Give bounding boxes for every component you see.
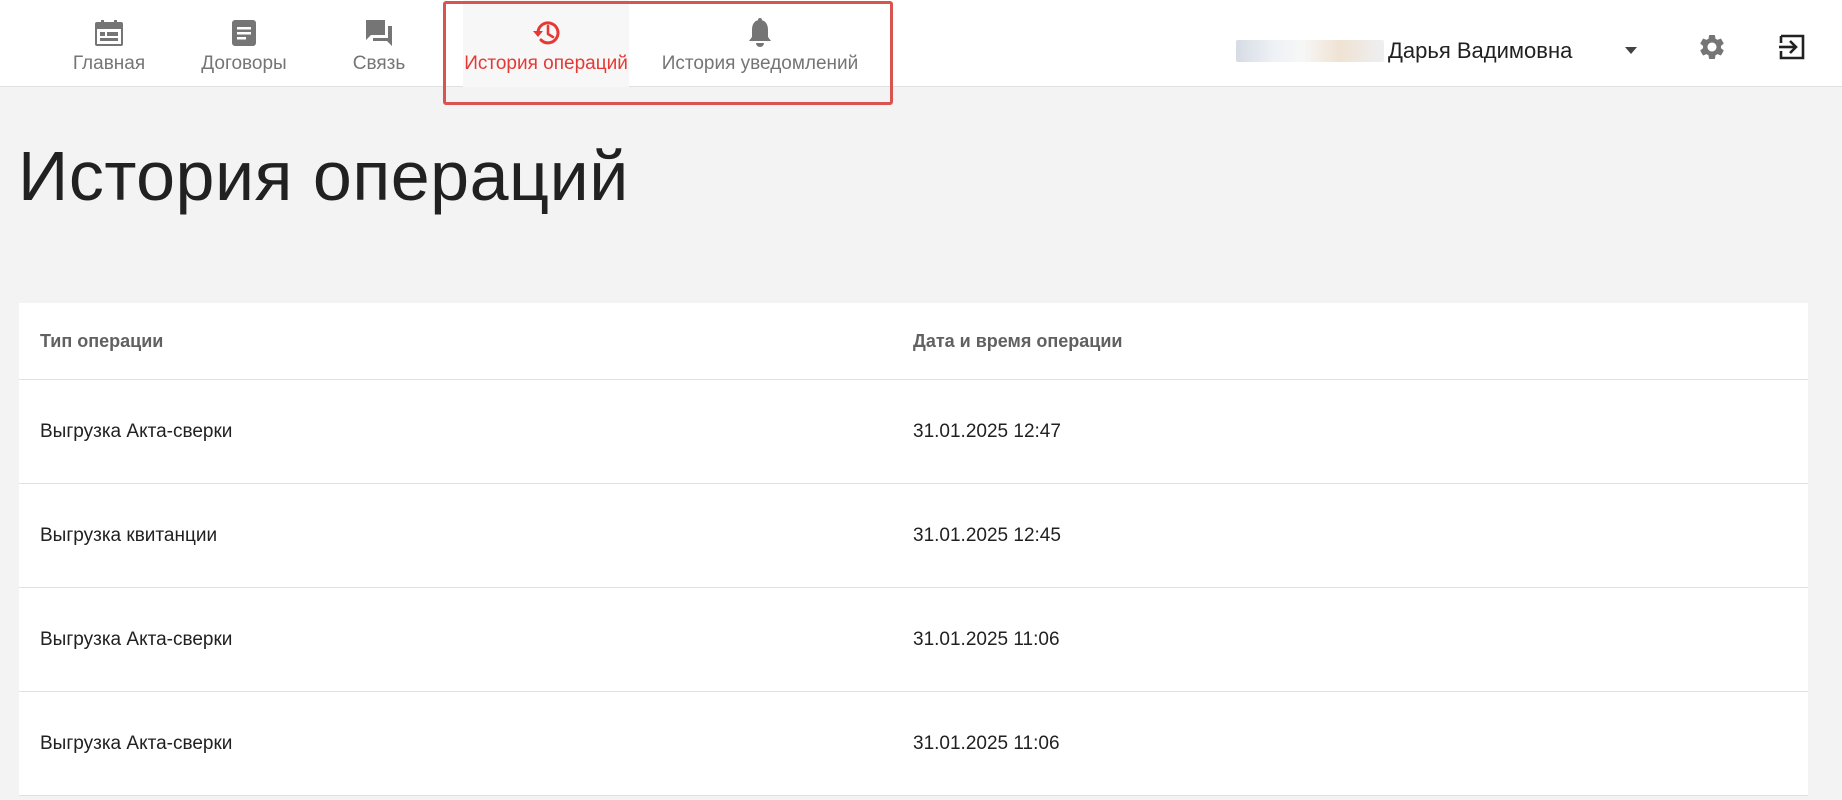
table-header-row: Тип операции Дата и время операции: [19, 303, 1808, 380]
nav-item-home[interactable]: Главная: [68, 0, 150, 87]
table-row: Выгрузка квитанции 31.01.2025 12:45: [19, 484, 1808, 588]
table-row: Выгрузка Акта-сверки 31.01.2025 11:06: [19, 588, 1808, 692]
nav-item-label: История операций: [464, 53, 628, 74]
logout-icon[interactable]: [1778, 33, 1806, 66]
operations-table: Тип операции Дата и время операции Выгру…: [19, 303, 1808, 796]
nav-item-label: Главная: [72, 53, 146, 74]
page-title: История операций: [18, 137, 629, 215]
column-header-operation-type: Тип операции: [40, 330, 164, 351]
operation-type-cell: Выгрузка Акта-сверки: [40, 628, 233, 650]
nav-item-label: История уведомлений: [661, 53, 859, 74]
operation-datetime-cell: 31.01.2025 11:06: [913, 732, 1060, 754]
column-header-datetime: Дата и время операции: [913, 330, 1123, 351]
operation-type-cell: Выгрузка Акта-сверки: [40, 420, 233, 442]
top-navigation-bar: Главная Договоры Связь История операций …: [0, 0, 1842, 87]
operation-type-cell: Выгрузка Акта-сверки: [40, 732, 233, 754]
operation-type-cell: Выгрузка квитанции: [40, 524, 218, 546]
operation-datetime-cell: 31.01.2025 11:06: [913, 628, 1060, 650]
calendar-icon: [95, 17, 123, 49]
chevron-down-icon[interactable]: [1624, 42, 1638, 60]
history-icon: [530, 17, 562, 49]
operation-datetime-cell: 31.01.2025 12:47: [913, 420, 1061, 442]
nav-item-notifications-history[interactable]: История уведомлений: [660, 0, 860, 87]
nav-item-contact[interactable]: Связь: [346, 0, 412, 87]
table-row: Выгрузка Акта-сверки 31.01.2025 11:06: [19, 692, 1808, 796]
table-row: Выгрузка Акта-сверки 31.01.2025 12:47: [19, 380, 1808, 484]
nav-item-contracts[interactable]: Договоры: [196, 0, 292, 87]
nav-item-label: Связь: [352, 53, 406, 74]
nav-item-label: Договоры: [201, 53, 287, 74]
bell-icon: [747, 17, 773, 49]
operation-datetime-cell: 31.01.2025 12:45: [913, 524, 1061, 546]
nav-item-operations-history[interactable]: История операций: [463, 0, 629, 87]
user-name[interactable]: Дарья Вадимовна: [1236, 36, 1572, 66]
redacted-surname: [1236, 40, 1384, 62]
document-icon: [232, 17, 256, 49]
gear-icon[interactable]: [1697, 32, 1727, 67]
chat-icon: [364, 17, 394, 49]
user-name-text: Дарья Вадимовна: [1388, 38, 1573, 63]
